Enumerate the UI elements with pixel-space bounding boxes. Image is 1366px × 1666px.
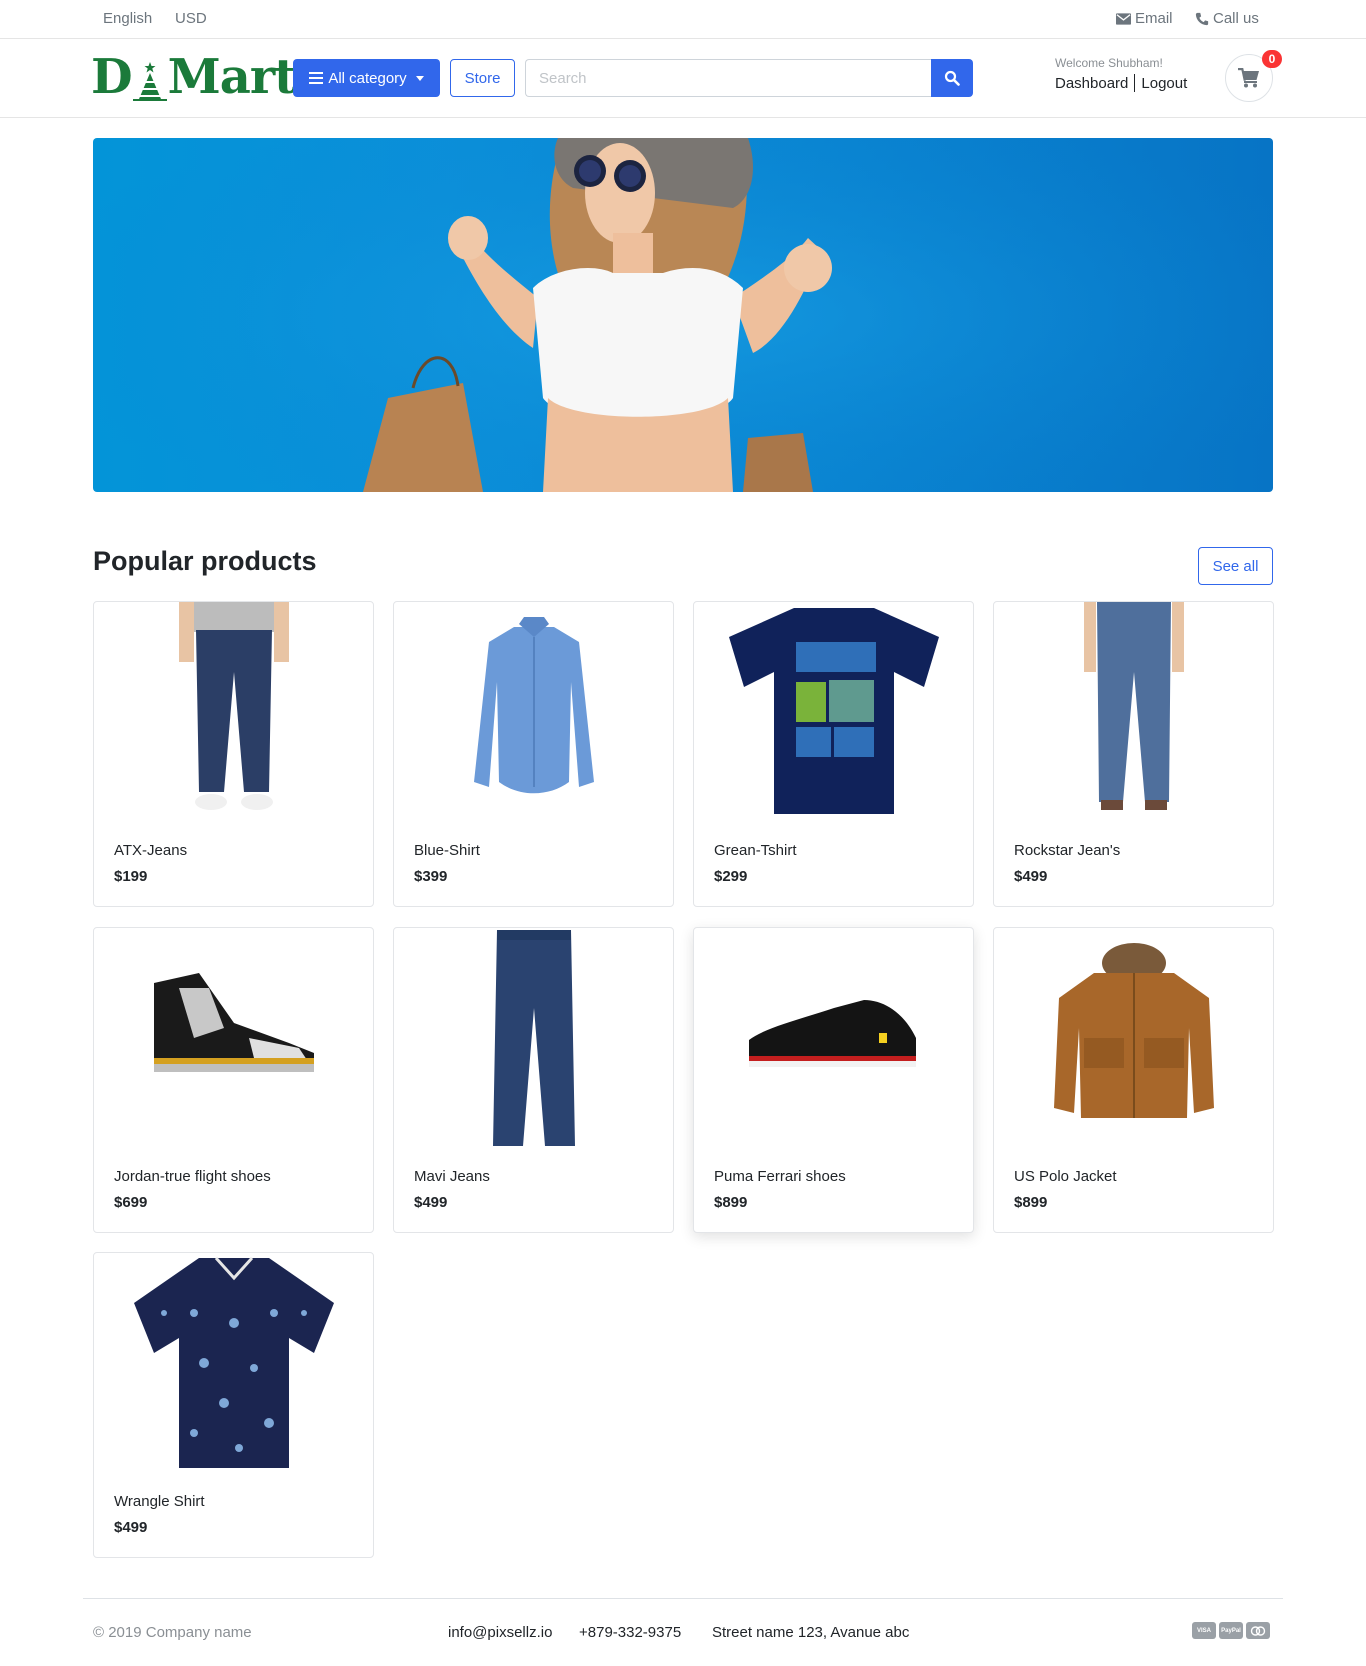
- main-header: D Mart All category Store Welcome Shubha…: [0, 39, 1366, 118]
- product-price: $499: [114, 1519, 148, 1536]
- sneaker-image: [748, 1000, 916, 1067]
- product-image[interactable]: [994, 602, 1273, 824]
- paypal-icon: PayPal: [1219, 1622, 1243, 1639]
- product-price: $399: [414, 868, 448, 885]
- product-card[interactable]: Mavi Jeans $499: [393, 927, 674, 1233]
- product-name[interactable]: Jordan-true flight shoes: [114, 1168, 271, 1185]
- cart-count-badge: 0: [1262, 50, 1282, 68]
- product-card[interactable]: Puma Ferrari shoes $899: [693, 927, 974, 1233]
- product-image[interactable]: [94, 602, 373, 824]
- footer-copyright: © 2019 Company name: [93, 1624, 252, 1641]
- shirt-image: [473, 617, 594, 794]
- product-name[interactable]: Wrangle Shirt: [114, 1493, 205, 1510]
- product-image[interactable]: [694, 928, 973, 1150]
- search-icon: [944, 70, 960, 86]
- email-link[interactable]: Email: [1116, 10, 1173, 27]
- jeans-image: [1083, 602, 1184, 810]
- product-card[interactable]: ATX-Jeans $199: [93, 601, 374, 907]
- product-price: $899: [1014, 1194, 1048, 1211]
- see-all-button[interactable]: See all: [1198, 547, 1273, 585]
- dmart-logo[interactable]: D Mart: [91, 49, 297, 105]
- product-image[interactable]: [394, 602, 673, 824]
- product-price: $299: [714, 868, 748, 885]
- product-name[interactable]: Rockstar Jean's: [1014, 842, 1120, 859]
- product-name[interactable]: ATX-Jeans: [114, 842, 187, 859]
- section-title: Popular products: [93, 546, 317, 576]
- all-category-label: All category: [328, 69, 407, 87]
- call-label: Call us: [1213, 10, 1259, 27]
- jacket-image: [1053, 943, 1214, 1118]
- product-price: $899: [714, 1194, 748, 1211]
- product-price: $499: [1014, 868, 1048, 885]
- store-button[interactable]: Store: [450, 59, 515, 97]
- visa-icon: VISA: [1192, 1622, 1216, 1639]
- product-name[interactable]: Mavi Jeans: [414, 1168, 490, 1185]
- top-bar: English USD Email Call us: [0, 0, 1366, 39]
- bars-icon: [309, 72, 324, 84]
- welcome-text: Welcome Shubham!: [1055, 56, 1163, 70]
- logo-text-mart: Mart: [167, 49, 297, 105]
- hero-banner[interactable]: [93, 138, 1273, 492]
- mastercard-circles: [1250, 1625, 1266, 1636]
- product-image[interactable]: [994, 928, 1273, 1150]
- envelope-icon: [1116, 12, 1131, 25]
- product-card[interactable]: US Polo Jacket $899: [993, 927, 1274, 1233]
- chevron-down-icon: [415, 75, 424, 81]
- language-selector[interactable]: English: [103, 10, 152, 27]
- jeans-image: [178, 602, 289, 810]
- search-button[interactable]: [931, 59, 973, 97]
- call-link[interactable]: Call us: [1195, 10, 1259, 27]
- mastercard-icon: [1246, 1622, 1270, 1639]
- product-price: $499: [414, 1194, 448, 1211]
- account-links: Dashboard Logout: [1055, 74, 1187, 92]
- footer-divider: [83, 1598, 1283, 1599]
- product-price: $699: [114, 1194, 148, 1211]
- hero-model-image: [93, 138, 1273, 492]
- all-category-button[interactable]: All category: [293, 59, 440, 97]
- currency-selector[interactable]: USD: [175, 10, 207, 27]
- product-name[interactable]: Grean-Tshirt: [714, 842, 797, 859]
- product-name[interactable]: Puma Ferrari shoes: [714, 1168, 846, 1185]
- shopping-cart-icon: [1238, 68, 1259, 88]
- shirt-image: [133, 1256, 334, 1468]
- product-card[interactable]: Jordan-true flight shoes $699: [93, 927, 374, 1233]
- product-name[interactable]: Blue-Shirt: [414, 842, 480, 859]
- product-image[interactable]: [694, 602, 973, 824]
- product-name[interactable]: US Polo Jacket: [1014, 1168, 1117, 1185]
- footer-address: Street name 123, Avanue abc: [712, 1624, 910, 1641]
- search-input[interactable]: [525, 59, 932, 97]
- logout-link[interactable]: Logout: [1141, 75, 1187, 92]
- product-image[interactable]: [94, 1253, 373, 1475]
- logo-text-d: D: [91, 49, 133, 105]
- tshirt-image: [728, 608, 939, 814]
- product-image[interactable]: [394, 928, 673, 1150]
- footer-phone[interactable]: +879-332-9375: [579, 1624, 681, 1641]
- jeans-image: [492, 930, 575, 1146]
- product-card[interactable]: Blue-Shirt $399: [393, 601, 674, 907]
- footer-email[interactable]: info@pixsellz.io: [448, 1624, 552, 1641]
- product-card[interactable]: Grean-Tshirt $299: [693, 601, 974, 907]
- divider: [1134, 74, 1136, 92]
- product-card[interactable]: Rockstar Jean's $499: [993, 601, 1274, 907]
- phone-icon: [1195, 12, 1209, 25]
- product-card[interactable]: Wrangle Shirt $499: [93, 1252, 374, 1558]
- product-price: $199: [114, 868, 148, 885]
- tree-logo-icon: [132, 62, 167, 101]
- dashboard-link[interactable]: Dashboard: [1055, 75, 1128, 92]
- product-image[interactable]: [94, 928, 373, 1150]
- email-label: Email: [1135, 10, 1173, 27]
- sneaker-image: [153, 973, 314, 1072]
